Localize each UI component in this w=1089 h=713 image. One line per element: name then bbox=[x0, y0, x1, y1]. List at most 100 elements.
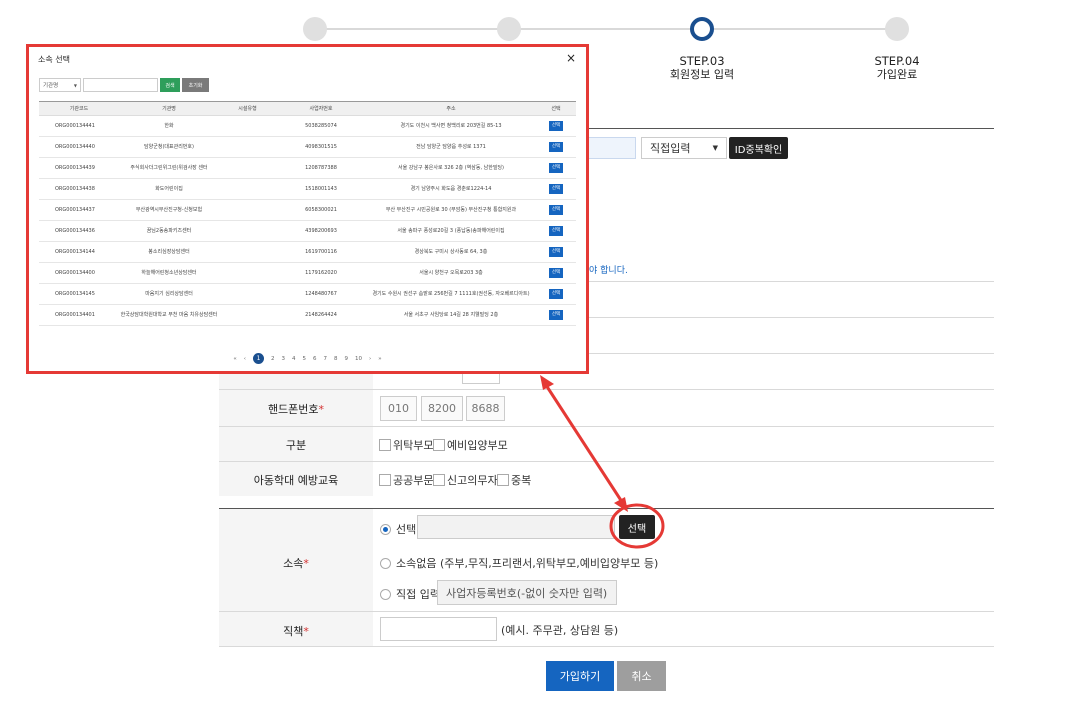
annotation-arrow-head-top bbox=[540, 375, 554, 390]
select-cell: 선택 bbox=[536, 241, 576, 263]
column-header: 시설유형 bbox=[219, 101, 276, 116]
business-number-cell: 1619700116 bbox=[276, 241, 366, 263]
facility-type-cell bbox=[219, 157, 276, 179]
business-number-cell: 5038285074 bbox=[276, 115, 366, 137]
page-number[interactable]: 4 bbox=[292, 356, 296, 362]
org-code-cell: ORG000134144 bbox=[39, 241, 119, 263]
facility-type-cell bbox=[219, 199, 276, 221]
row-select-button[interactable]: 선택 bbox=[548, 309, 564, 321]
select-cell: 선택 bbox=[536, 178, 576, 200]
last-page-icon[interactable]: » bbox=[378, 356, 381, 362]
org-name-cell: 하늘해어린청소년상담센터 bbox=[119, 262, 219, 284]
page-number[interactable]: 9 bbox=[345, 356, 349, 362]
address-cell: 경기 남양주시 화도읍 경춘로1224-14 bbox=[366, 178, 536, 200]
table-row: ORG000134438 화도어린이집 1518001143 경기 남양주시 화도읍 … bbox=[39, 178, 576, 200]
table-row: ORG000134437 부산광역시부산진구청-신청보험 6058300021 부산 … bbox=[39, 199, 576, 221]
address-cell: 경기도 수원시 권선구 솜밭로 256번길 7 1111호(권선동, 자오베르디… bbox=[366, 283, 536, 305]
first-page-icon[interactable]: « bbox=[233, 356, 236, 362]
table-row: ORG000134440 담양군청(대표관리번호) 4098301515 전남 담양군… bbox=[39, 136, 576, 158]
org-name-cell: 마음지기 심리상담센터 bbox=[119, 283, 219, 305]
address-cell: 서울 송파구 풍성로20길 3 (풍납동)송파해어린이집 bbox=[366, 220, 536, 242]
column-header: 기관명 bbox=[119, 101, 219, 116]
annotation-arrow-line bbox=[542, 381, 626, 506]
column-header: 주소 bbox=[366, 101, 536, 116]
row-select-button[interactable]: 선택 bbox=[548, 141, 564, 153]
facility-type-cell bbox=[219, 136, 276, 158]
organization-table: 기관코드 기관명 시설유형 사업자번호 주소 선택 ORG000134441 한화… bbox=[39, 101, 576, 326]
select-cell: 선택 bbox=[536, 262, 576, 284]
facility-type-cell bbox=[219, 115, 276, 137]
column-header: 기관코드 bbox=[39, 101, 119, 116]
address-cell: 서울시 양천구 오목로203 3층 bbox=[366, 262, 536, 284]
business-number-cell: 6058300021 bbox=[276, 199, 366, 221]
business-number-cell: 1518001143 bbox=[276, 178, 366, 200]
org-name-cell: 담양군청(대표관리번호) bbox=[119, 136, 219, 158]
table-header-row: 기관코드 기관명 시설유형 사업자번호 주소 선택 bbox=[39, 101, 576, 116]
row-select-button[interactable]: 선택 bbox=[548, 204, 564, 216]
business-number-cell: 4098301515 bbox=[276, 136, 366, 158]
address-cell: 경상북도 구미시 상사동로 64, 3층 bbox=[366, 241, 536, 263]
modal-search-input[interactable] bbox=[83, 78, 158, 92]
page-number[interactable]: 6 bbox=[313, 356, 317, 362]
business-number-cell: 1248480767 bbox=[276, 283, 366, 305]
modal-reset-button[interactable]: 초기화 bbox=[182, 78, 209, 92]
row-select-button[interactable]: 선택 bbox=[548, 225, 564, 237]
address-cell: 서울 강남구 봉은사로 326 2층 (역삼동, 남한빌딩) bbox=[366, 157, 536, 179]
modal-title: 소속 선택 bbox=[38, 55, 70, 64]
page-number[interactable]: 7 bbox=[324, 356, 328, 362]
select-cell: 선택 bbox=[536, 304, 576, 326]
org-name-cell: 주식회사더그린위그린(위검사장 센터 bbox=[119, 157, 219, 179]
facility-type-cell bbox=[219, 283, 276, 305]
page-number[interactable]: 8 bbox=[334, 356, 338, 362]
page-number-current[interactable]: 1 bbox=[253, 353, 264, 364]
org-name-cell: 봉소리심장상담센터 bbox=[119, 241, 219, 263]
page-number[interactable]: 5 bbox=[303, 356, 307, 362]
table-row: ORG000134145 마음지기 심리상담센터 1248480767 경기도 수원시… bbox=[39, 283, 576, 305]
select-cell: 선택 bbox=[536, 115, 576, 137]
select-cell: 선택 bbox=[536, 136, 576, 158]
select-cell: 선택 bbox=[536, 283, 576, 305]
business-number-cell: 1208787388 bbox=[276, 157, 366, 179]
org-code-cell: ORG000134400 bbox=[39, 262, 119, 284]
row-select-button[interactable]: 선택 bbox=[548, 267, 564, 279]
row-select-button[interactable]: 선택 bbox=[548, 246, 564, 258]
facility-type-cell bbox=[219, 262, 276, 284]
modal-search-select[interactable]: 기관명 ▼ bbox=[39, 78, 81, 92]
org-code-cell: ORG000134437 bbox=[39, 199, 119, 221]
business-number-cell: 1179162020 bbox=[276, 262, 366, 284]
close-icon[interactable]: × bbox=[566, 51, 576, 65]
next-page-icon[interactable]: › bbox=[369, 356, 371, 362]
table-row: ORG000134144 봉소리심장상담센터 1619700116 경상북도 구미시 … bbox=[39, 241, 576, 263]
row-select-button[interactable]: 선택 bbox=[548, 120, 564, 132]
org-code-cell: ORG000134441 bbox=[39, 115, 119, 137]
table-row: ORG000134439 주식회사더그린위그린(위검사장 센터 1208787388… bbox=[39, 157, 576, 179]
page-number[interactable]: 2 bbox=[271, 356, 275, 362]
affiliation-modal: 소속 선택 × 기관명 ▼ 검색 초기화 기관코드 기관명 시설유형 사업자번호 … bbox=[26, 44, 589, 374]
facility-type-cell bbox=[219, 304, 276, 326]
address-cell: 전남 담양군 담양읍 추성로 1371 bbox=[366, 136, 536, 158]
modal-search-button[interactable]: 검색 bbox=[160, 78, 180, 92]
select-cell: 선택 bbox=[536, 220, 576, 242]
row-select-button[interactable]: 선택 bbox=[548, 288, 564, 300]
org-code-cell: ORG000134440 bbox=[39, 136, 119, 158]
org-name-cell: 한국상담대학원대학교 부천 마음 치유상담센터 bbox=[119, 304, 219, 326]
row-select-button[interactable]: 선택 bbox=[548, 162, 564, 174]
page-number[interactable]: 3 bbox=[282, 356, 286, 362]
facility-type-cell bbox=[219, 220, 276, 242]
business-number-cell: 2148264424 bbox=[276, 304, 366, 326]
facility-type-cell bbox=[219, 241, 276, 263]
select-cell: 선택 bbox=[536, 157, 576, 179]
address-cell: 부산 부산진구 시민공원로 30 (부암동) 부산진구청 통합지원과 bbox=[366, 199, 536, 221]
chevron-down-icon: ▼ bbox=[73, 82, 77, 88]
row-select-button[interactable]: 선택 bbox=[548, 183, 564, 195]
facility-type-cell bbox=[219, 178, 276, 200]
business-number-cell: 4398200693 bbox=[276, 220, 366, 242]
org-code-cell: ORG000134439 bbox=[39, 157, 119, 179]
pagination: « ‹ 1 2 3 4 5 6 7 8 9 10 › » bbox=[29, 353, 586, 364]
prev-page-icon[interactable]: ‹ bbox=[244, 356, 246, 362]
table-row: ORG000134441 한화 5038285074 경기도 이천시 백사면 청백리로… bbox=[39, 115, 576, 137]
org-name-cell: 부산광역시부산진구청-신청보험 bbox=[119, 199, 219, 221]
address-cell: 서울 서초구 사임당로 14길 28 지웰빌딩 2층 bbox=[366, 304, 536, 326]
page-number[interactable]: 10 bbox=[355, 356, 362, 362]
org-code-cell: ORG000134436 bbox=[39, 220, 119, 242]
